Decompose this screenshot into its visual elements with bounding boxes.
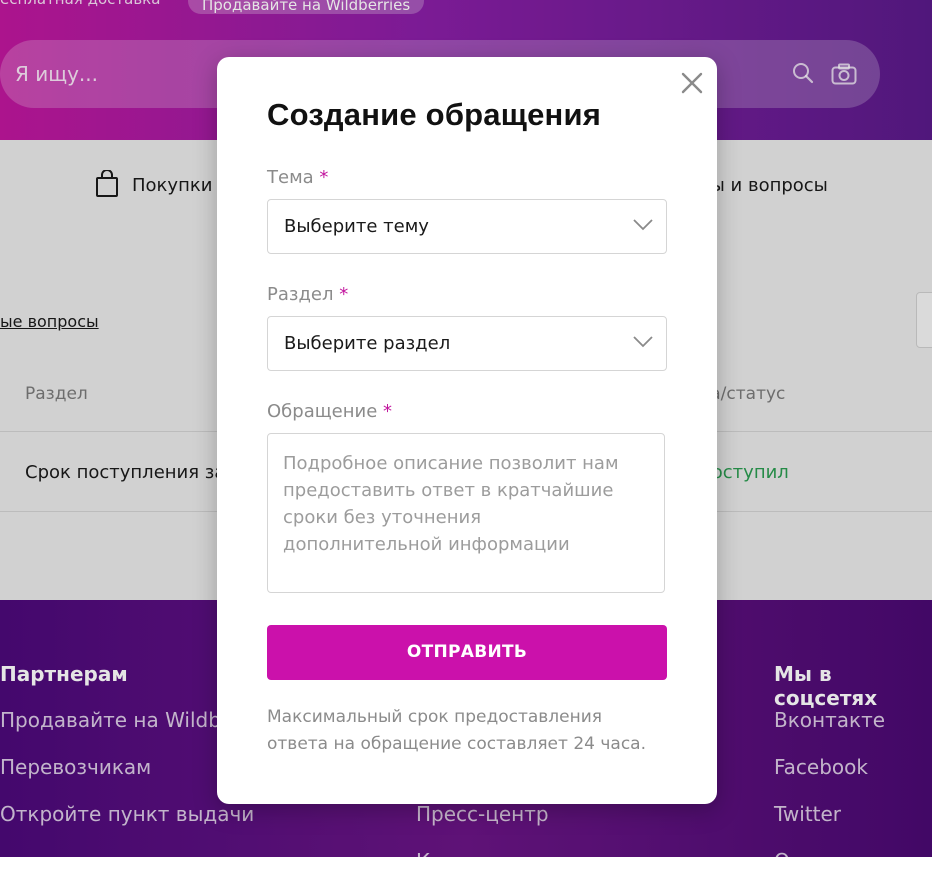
section-label-text: Раздел [267,284,334,305]
required-mark: * [339,284,349,305]
required-mark: * [383,401,393,422]
message-label-text: Обращение [267,401,378,422]
submit-button[interactable]: ОТПРАВИТЬ [267,625,667,680]
topic-select-value: Выберите тему [284,216,429,237]
message-label: Обращение * [267,401,392,422]
topic-label: Тема * [267,167,328,188]
section-label: Раздел * [267,284,348,305]
response-time-note: Максимальный срок предоставления ответа … [267,707,646,754]
create-request-modal: Создание обращения Тема * Выберите тему … [217,57,717,804]
required-mark: * [319,167,329,188]
chevron-down-icon [633,336,653,348]
modal-title: Создание обращения [267,97,602,132]
chevron-down-icon [633,219,653,231]
section-select[interactable]: Выберите раздел [267,316,667,371]
section-select-value: Выберите раздел [284,333,451,354]
message-textarea[interactable]: Подробное описание позволит нам предоста… [267,433,665,593]
topic-select[interactable]: Выберите тему [267,199,667,254]
topic-label-text: Тема [267,167,314,188]
close-icon[interactable] [680,71,704,95]
